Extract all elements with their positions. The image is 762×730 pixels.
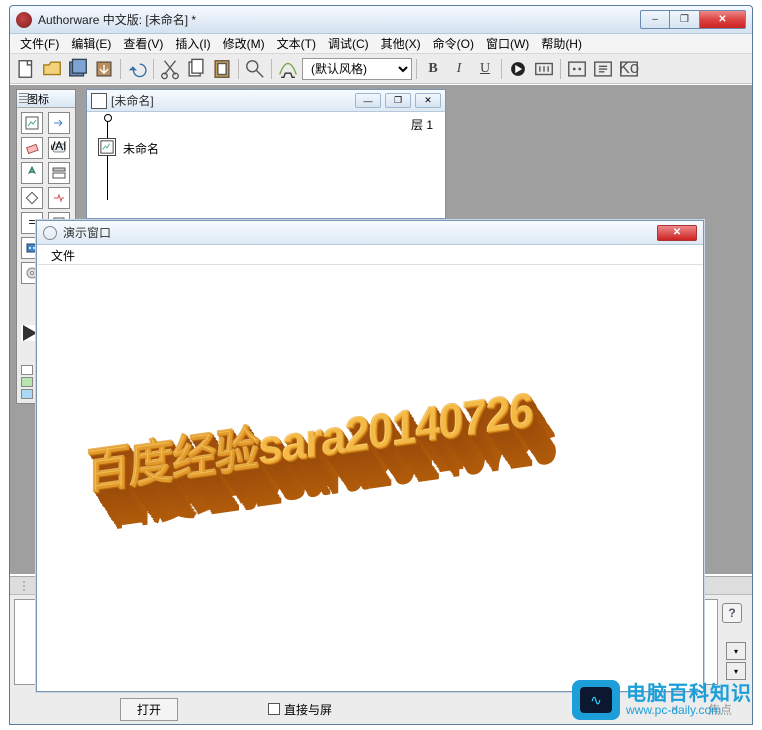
flow-start-handle[interactable] xyxy=(101,116,113,124)
presentation-menubar: 文件 xyxy=(37,245,703,265)
svg-text:WAIT: WAIT xyxy=(51,140,67,153)
undo-button[interactable] xyxy=(125,57,149,81)
palette-title[interactable]: 图标 xyxy=(17,90,75,108)
toolbar: (默认风格) B I U Ko xyxy=(10,54,752,84)
presentation-titlebar[interactable]: 演示窗口 ✕ xyxy=(37,221,703,245)
new-button[interactable] xyxy=(14,57,38,81)
svg-text:Ko: Ko xyxy=(619,59,639,77)
menu-modify[interactable]: 修改(M) xyxy=(217,33,271,54)
checkbox-box[interactable] xyxy=(268,703,280,715)
doc-close-button[interactable]: ✕ xyxy=(415,93,441,108)
separator xyxy=(416,59,417,79)
text-style-button[interactable] xyxy=(276,57,300,81)
presentation-window[interactable]: 演示窗口 ✕ 文件 百度经验sara20140726百度经验sara201407… xyxy=(36,220,704,692)
flowline-window[interactable]: [未命名] — ❐ ✕ 层 1 未命名 xyxy=(86,89,446,219)
menu-command[interactable]: 命令(O) xyxy=(427,33,480,54)
menu-view[interactable]: 查看(V) xyxy=(117,33,169,54)
doc-minimize-button[interactable]: — xyxy=(355,93,381,108)
import-button[interactable] xyxy=(92,57,116,81)
menu-file[interactable]: 文件(F) xyxy=(14,33,65,54)
doc-titlebar[interactable]: [未命名] — ❐ ✕ xyxy=(87,90,445,112)
display-icon[interactable] xyxy=(21,112,43,134)
maximize-button[interactable]: ❐ xyxy=(670,10,700,29)
italic-button[interactable]: I xyxy=(447,57,471,81)
menubar: 文件(F) 编辑(E) 查看(V) 插入(I) 修改(M) 文本(T) 调试(C… xyxy=(10,34,752,54)
app-icon xyxy=(16,12,32,28)
erase-icon[interactable] xyxy=(21,137,43,159)
wait-icon[interactable]: WAIT xyxy=(48,137,70,159)
knowledge-button[interactable]: Ko xyxy=(617,57,641,81)
motion-icon[interactable] xyxy=(48,112,70,134)
flow-node-label[interactable]: 未命名 xyxy=(123,140,159,157)
close-button[interactable]: ✕ xyxy=(700,10,746,29)
window-title: Authorware 中文版: [未命名] * xyxy=(38,11,640,28)
underline-button[interactable]: U xyxy=(473,57,497,81)
functions-button[interactable] xyxy=(565,57,589,81)
presentation-title: 演示窗口 xyxy=(63,224,651,241)
watermark-logo: ∿ 电脑百科知识 www.pc-daily.com xyxy=(572,680,752,720)
save-all-button[interactable] xyxy=(66,57,90,81)
watermark-badge: ∿ xyxy=(572,680,620,720)
titlebar: Authorware 中文版: [未命名] * – ❐ ✕ xyxy=(10,6,752,34)
presentation-file-menu[interactable]: 文件 xyxy=(45,247,81,265)
separator xyxy=(271,59,272,79)
cut-button[interactable] xyxy=(158,57,182,81)
menu-insert[interactable]: 插入(I) xyxy=(169,33,216,54)
menu-debug[interactable]: 调试(C) xyxy=(322,33,375,54)
flowline xyxy=(107,120,108,200)
flow-node[interactable] xyxy=(98,138,116,156)
separator xyxy=(560,59,561,79)
color-swatch-5[interactable] xyxy=(21,389,33,399)
dropdown-1[interactable]: ▾ xyxy=(726,642,746,660)
open-button-bottom[interactable]: 打开 xyxy=(120,698,178,721)
layer-label: 层 1 xyxy=(411,116,433,133)
presentation-body: 百度经验sara20140726百度经验sara20140726百度经验sara… xyxy=(37,265,703,691)
separator xyxy=(153,59,154,79)
menu-help[interactable]: 帮助(H) xyxy=(535,33,588,54)
help-button[interactable]: ? xyxy=(722,603,742,623)
separator xyxy=(120,59,121,79)
checkbox-label: 直接与屏 xyxy=(284,701,332,718)
separator xyxy=(501,59,502,79)
watermark-cn: 电脑百科知识 xyxy=(626,684,752,704)
decision-icon[interactable] xyxy=(21,187,43,209)
menu-other[interactable]: 其他(X) xyxy=(375,33,427,54)
window-controls: – ❐ ✕ xyxy=(640,10,746,29)
variables-button[interactable] xyxy=(591,57,615,81)
dropdown-2[interactable]: ▾ xyxy=(726,662,746,680)
copy-button[interactable] xyxy=(184,57,208,81)
color-swatch-1[interactable] xyxy=(21,365,33,375)
open-button[interactable] xyxy=(40,57,64,81)
run-button[interactable] xyxy=(506,57,530,81)
find-button[interactable] xyxy=(243,57,267,81)
control-panel-button[interactable] xyxy=(532,57,556,81)
doc-icon xyxy=(91,93,107,109)
menu-text[interactable]: 文本(T) xyxy=(271,33,322,54)
separator xyxy=(238,59,239,79)
paste-button[interactable] xyxy=(210,57,234,81)
doc-title: [未命名] xyxy=(111,92,351,109)
3d-text-display: 百度经验sara20140726百度经验sara20140726百度经验sara… xyxy=(87,345,677,545)
navigate-icon[interactable] xyxy=(21,162,43,184)
color-swatch-3[interactable] xyxy=(21,377,33,387)
pulse-icon: ∿ xyxy=(590,692,602,709)
direct-screen-checkbox[interactable]: 直接与屏 xyxy=(268,701,332,718)
svg-text:=: = xyxy=(28,215,35,229)
interaction-icon[interactable] xyxy=(48,187,70,209)
minimize-button[interactable]: – xyxy=(640,10,670,29)
bold-button[interactable]: B xyxy=(421,57,445,81)
presentation-icon xyxy=(43,226,57,240)
menu-edit[interactable]: 编辑(E) xyxy=(65,33,117,54)
doc-body[interactable]: 层 1 未命名 xyxy=(87,112,445,218)
framework-icon[interactable] xyxy=(48,162,70,184)
doc-maximize-button[interactable]: ❐ xyxy=(385,93,411,108)
watermark-en: www.pc-daily.com xyxy=(626,704,752,716)
style-select[interactable]: (默认风格) xyxy=(302,58,412,80)
presentation-close-button[interactable]: ✕ xyxy=(657,225,697,241)
menu-window[interactable]: 窗口(W) xyxy=(480,33,535,54)
